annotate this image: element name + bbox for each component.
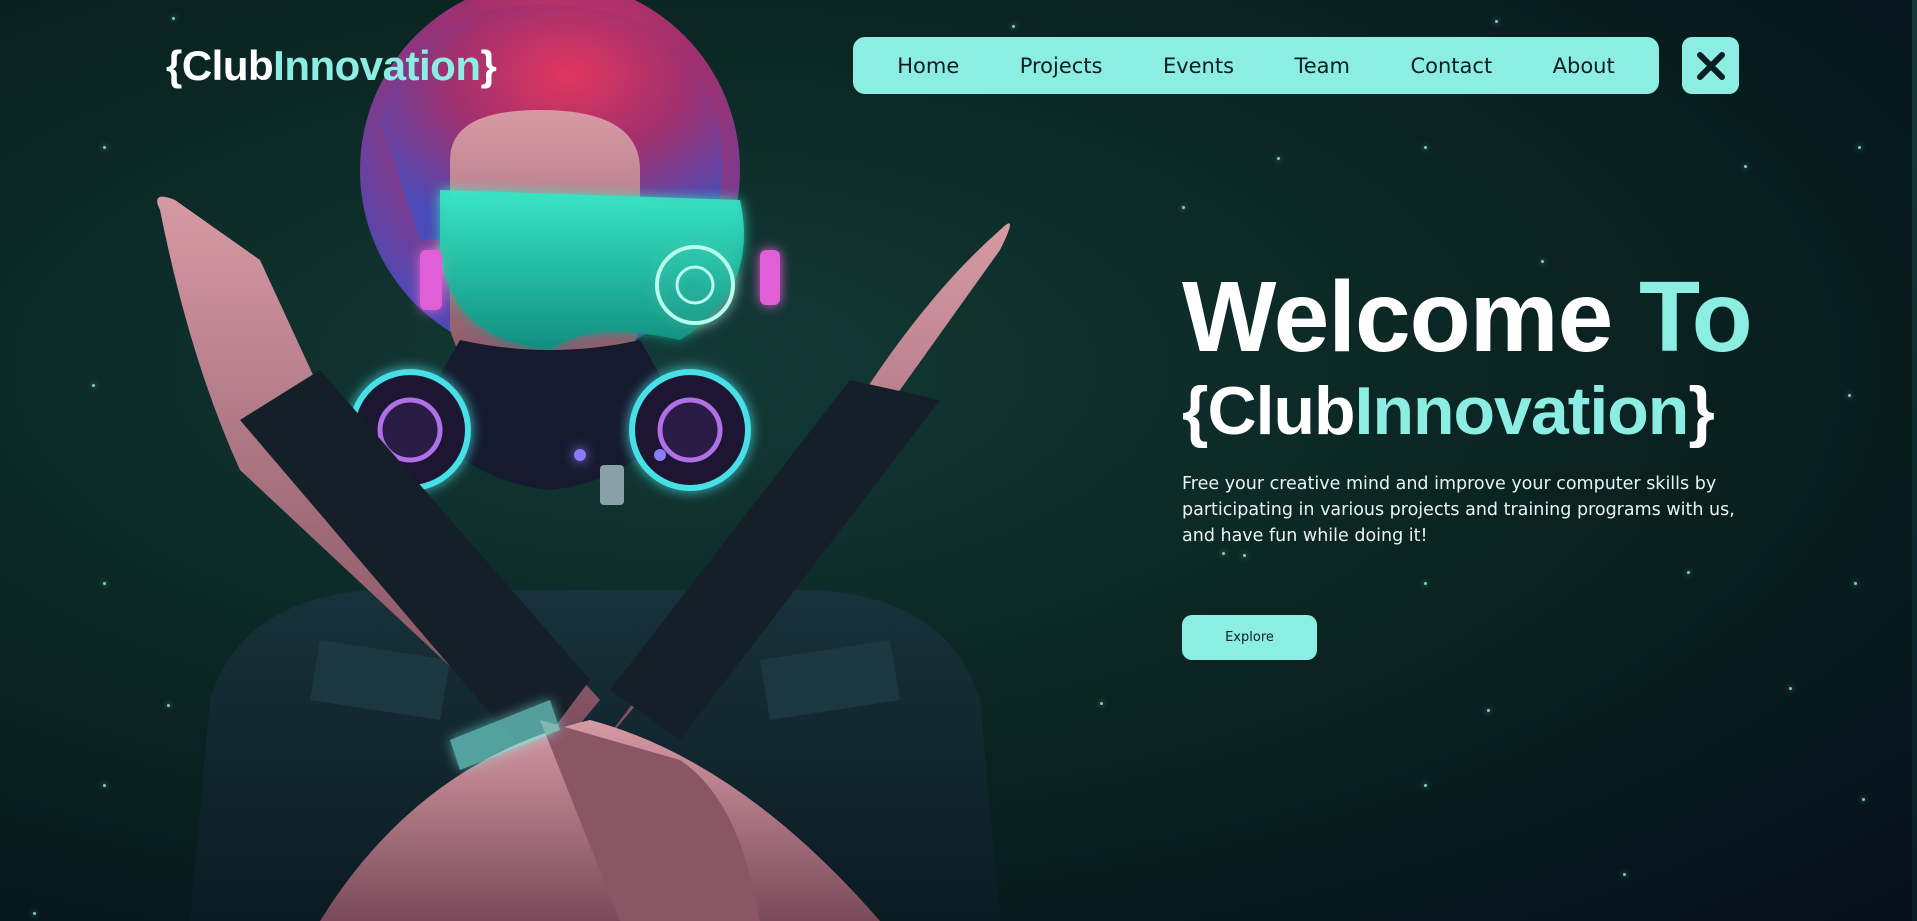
- close-menu-button[interactable]: [1682, 37, 1739, 94]
- hero-description: Free your creative mind and improve your…: [1182, 474, 1735, 546]
- nav-item-home[interactable]: Home: [889, 48, 967, 84]
- hero-subtitle-suffix: }: [1688, 373, 1714, 449]
- hero-title: Welcome To: [1182, 263, 1882, 371]
- logo-suffix: }: [480, 42, 497, 89]
- nav-item-team[interactable]: Team: [1287, 48, 1359, 84]
- hero-title-accent: To: [1639, 261, 1753, 373]
- main-navigation: Home Projects Events Team Contact About: [853, 37, 1659, 94]
- nav-item-contact[interactable]: Contact: [1402, 48, 1500, 84]
- hero-cyberpunk-figure-image: [157, 0, 1010, 921]
- hero-title-main: Welcome: [1182, 261, 1639, 373]
- hero-subtitle-prefix: {Club: [1182, 373, 1356, 449]
- nav-item-about[interactable]: About: [1545, 48, 1623, 84]
- scrollbar-track[interactable]: [1912, 0, 1917, 921]
- hero-subtitle: {ClubInnovation}: [1182, 371, 1882, 451]
- site-logo[interactable]: {ClubInnovation}: [166, 40, 497, 92]
- explore-button[interactable]: Explore: [1182, 615, 1317, 660]
- hero-subtitle-accent: Innovation: [1354, 373, 1690, 449]
- hero-section: Welcome To {ClubInnovation} Free your cr…: [1182, 263, 1882, 567]
- nav-item-events[interactable]: Events: [1155, 48, 1242, 84]
- close-icon: [1696, 51, 1725, 80]
- logo-accent: Innovation: [273, 42, 481, 89]
- nav-item-projects[interactable]: Projects: [1012, 48, 1111, 84]
- logo-prefix: {Club: [166, 42, 274, 89]
